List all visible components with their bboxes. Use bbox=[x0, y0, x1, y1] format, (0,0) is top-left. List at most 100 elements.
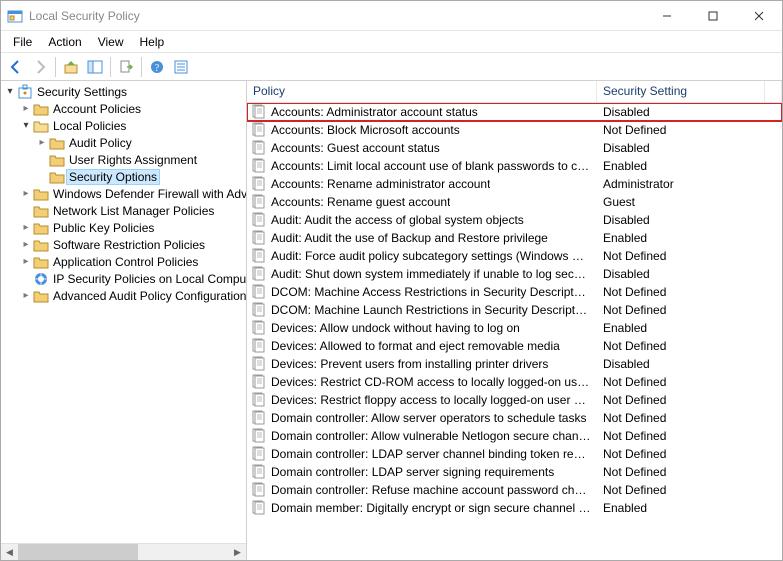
expander-icon[interactable]: ▸ bbox=[19, 222, 33, 233]
policy-setting-cell: Administrator bbox=[597, 177, 782, 191]
policy-list[interactable]: Accounts: Administrator account statusDi… bbox=[247, 103, 782, 560]
policy-row[interactable]: Domain controller: Allow server operator… bbox=[247, 409, 782, 427]
expander-icon[interactable]: ▸ bbox=[35, 137, 49, 148]
policy-row[interactable]: Accounts: Guest account statusDisabled bbox=[247, 139, 782, 157]
tree-node[interactable]: ▸Advanced Audit Policy Configuration bbox=[1, 287, 246, 304]
policy-name: Domain controller: Allow vulnerable Netl… bbox=[271, 429, 591, 443]
policy-row[interactable]: Devices: Allow undock without having to … bbox=[247, 319, 782, 337]
expander-icon[interactable]: ▸ bbox=[19, 188, 33, 199]
policy-row[interactable]: Devices: Prevent users from installing p… bbox=[247, 355, 782, 373]
policy-setting-cell: Not Defined bbox=[597, 429, 782, 443]
policy-row[interactable]: Accounts: Block Microsoft accountsNot De… bbox=[247, 121, 782, 139]
back-button[interactable] bbox=[5, 56, 27, 78]
policy-name: Accounts: Block Microsoft accounts bbox=[271, 123, 460, 137]
policy-name: Domain controller: LDAP server signing r… bbox=[271, 465, 554, 479]
up-button[interactable] bbox=[60, 56, 82, 78]
policy-item-icon bbox=[251, 428, 267, 444]
policy-row[interactable]: Devices: Allowed to format and eject rem… bbox=[247, 337, 782, 355]
tree-node[interactable]: ▸Account Policies bbox=[1, 100, 246, 117]
scroll-right-icon[interactable]: ▶ bbox=[229, 544, 246, 560]
expander-icon[interactable]: ▸ bbox=[19, 290, 33, 301]
policy-row[interactable]: Domain controller: LDAP server channel b… bbox=[247, 445, 782, 463]
tree-node[interactable]: IP Security Policies on Local Computer bbox=[1, 270, 246, 287]
policy-name-cell: Devices: Prevent users from installing p… bbox=[247, 356, 597, 372]
folder-icon bbox=[49, 152, 65, 168]
tree-node[interactable]: ▸Audit Policy bbox=[1, 134, 246, 151]
policy-item-icon bbox=[251, 212, 267, 228]
tree-horizontal-scrollbar[interactable]: ◀ ▶ bbox=[1, 543, 246, 560]
tree-node[interactable]: User Rights Assignment bbox=[1, 151, 246, 168]
policy-name: DCOM: Machine Access Restrictions in Sec… bbox=[271, 285, 591, 299]
tree-node[interactable]: ▾Local Policies bbox=[1, 117, 246, 134]
export-button[interactable] bbox=[115, 56, 137, 78]
policy-row[interactable]: Accounts: Rename administrator accountAd… bbox=[247, 175, 782, 193]
policy-name-cell: DCOM: Machine Launch Restrictions in Sec… bbox=[247, 302, 597, 318]
expander-icon[interactable]: ▾ bbox=[3, 86, 17, 97]
close-button[interactable] bbox=[736, 1, 782, 30]
tree-root[interactable]: ▾ Security Settings bbox=[1, 83, 246, 100]
column-header-setting[interactable]: Security Setting bbox=[597, 81, 765, 102]
policy-name-cell: Accounts: Rename administrator account bbox=[247, 176, 597, 192]
expander-icon[interactable]: ▾ bbox=[19, 120, 33, 131]
minimize-button[interactable] bbox=[644, 1, 690, 30]
policy-setting-cell: Not Defined bbox=[597, 393, 782, 407]
properties-button[interactable] bbox=[170, 56, 192, 78]
policy-row[interactable]: Domain member: Digitally encrypt or sign… bbox=[247, 499, 782, 517]
tree-node[interactable]: ▸Windows Defender Firewall with Advanced… bbox=[1, 185, 246, 202]
policy-row[interactable]: Domain controller: LDAP server signing r… bbox=[247, 463, 782, 481]
toolbar: ? bbox=[1, 53, 782, 81]
expander-icon[interactable]: ▸ bbox=[19, 239, 33, 250]
tree-pane: ▾ Security Settings ▸Account Policies▾Lo… bbox=[1, 81, 247, 560]
policy-row[interactable]: Accounts: Limit local account use of bla… bbox=[247, 157, 782, 175]
scroll-thumb[interactable] bbox=[18, 544, 138, 560]
expander-icon[interactable]: ▸ bbox=[19, 103, 33, 114]
tree-node[interactable]: ▸Application Control Policies bbox=[1, 253, 246, 270]
policy-name-cell: Devices: Restrict floppy access to local… bbox=[247, 392, 597, 408]
tree-node[interactable]: ▸Public Key Policies bbox=[1, 219, 246, 236]
policy-item-icon bbox=[251, 230, 267, 246]
policy-row[interactable]: Audit: Shut down system immediately if u… bbox=[247, 265, 782, 283]
policy-row[interactable]: Accounts: Rename guest accountGuest bbox=[247, 193, 782, 211]
policy-name: Domain controller: Refuse machine accoun… bbox=[271, 483, 591, 497]
policy-name-cell: Domain controller: Allow vulnerable Netl… bbox=[247, 428, 597, 444]
policy-row[interactable]: DCOM: Machine Launch Restrictions in Sec… bbox=[247, 301, 782, 319]
policy-name-cell: Domain controller: Refuse machine accoun… bbox=[247, 482, 597, 498]
policy-item-icon bbox=[251, 284, 267, 300]
policy-setting-cell: Disabled bbox=[597, 105, 782, 119]
menu-help[interactable]: Help bbox=[132, 33, 173, 51]
show-hide-tree-button[interactable] bbox=[84, 56, 106, 78]
policy-name-cell: Devices: Allowed to format and eject rem… bbox=[247, 338, 597, 354]
policy-name: Audit: Audit the access of global system… bbox=[271, 213, 524, 227]
maximize-button[interactable] bbox=[690, 1, 736, 30]
policy-row[interactable]: Devices: Restrict CD-ROM access to local… bbox=[247, 373, 782, 391]
menu-view[interactable]: View bbox=[90, 33, 132, 51]
policy-row[interactable]: Audit: Audit the use of Backup and Resto… bbox=[247, 229, 782, 247]
policy-row[interactable]: Devices: Restrict floppy access to local… bbox=[247, 391, 782, 409]
folder-icon bbox=[33, 101, 49, 117]
nav-tree[interactable]: ▾ Security Settings ▸Account Policies▾Lo… bbox=[1, 81, 246, 543]
tree-node[interactable]: Network List Manager Policies bbox=[1, 202, 246, 219]
policy-name-cell: Devices: Restrict CD-ROM access to local… bbox=[247, 374, 597, 390]
policy-item-icon bbox=[251, 248, 267, 264]
menubar: File Action View Help bbox=[1, 31, 782, 53]
policy-item-icon bbox=[251, 446, 267, 462]
policy-row[interactable]: Audit: Audit the access of global system… bbox=[247, 211, 782, 229]
policy-row[interactable]: Domain controller: Allow vulnerable Netl… bbox=[247, 427, 782, 445]
menu-file[interactable]: File bbox=[5, 33, 40, 51]
forward-button[interactable] bbox=[29, 56, 51, 78]
expander-icon[interactable]: ▸ bbox=[19, 256, 33, 267]
policy-row[interactable]: DCOM: Machine Access Restrictions in Sec… bbox=[247, 283, 782, 301]
policy-row[interactable]: Audit: Force audit policy subcategory se… bbox=[247, 247, 782, 265]
policy-name-cell: Accounts: Rename guest account bbox=[247, 194, 597, 210]
toolbar-separator bbox=[141, 57, 142, 77]
tree-node[interactable]: Security Options bbox=[1, 168, 246, 185]
policy-row[interactable]: Domain controller: Refuse machine accoun… bbox=[247, 481, 782, 499]
policy-item-icon bbox=[251, 194, 267, 210]
policy-row[interactable]: Accounts: Administrator account statusDi… bbox=[247, 103, 782, 121]
menu-action[interactable]: Action bbox=[40, 33, 89, 51]
policy-item-icon bbox=[251, 356, 267, 372]
column-header-policy[interactable]: Policy bbox=[247, 81, 597, 102]
tree-node[interactable]: ▸Software Restriction Policies bbox=[1, 236, 246, 253]
help-button[interactable]: ? bbox=[146, 56, 168, 78]
scroll-left-icon[interactable]: ◀ bbox=[1, 544, 18, 560]
